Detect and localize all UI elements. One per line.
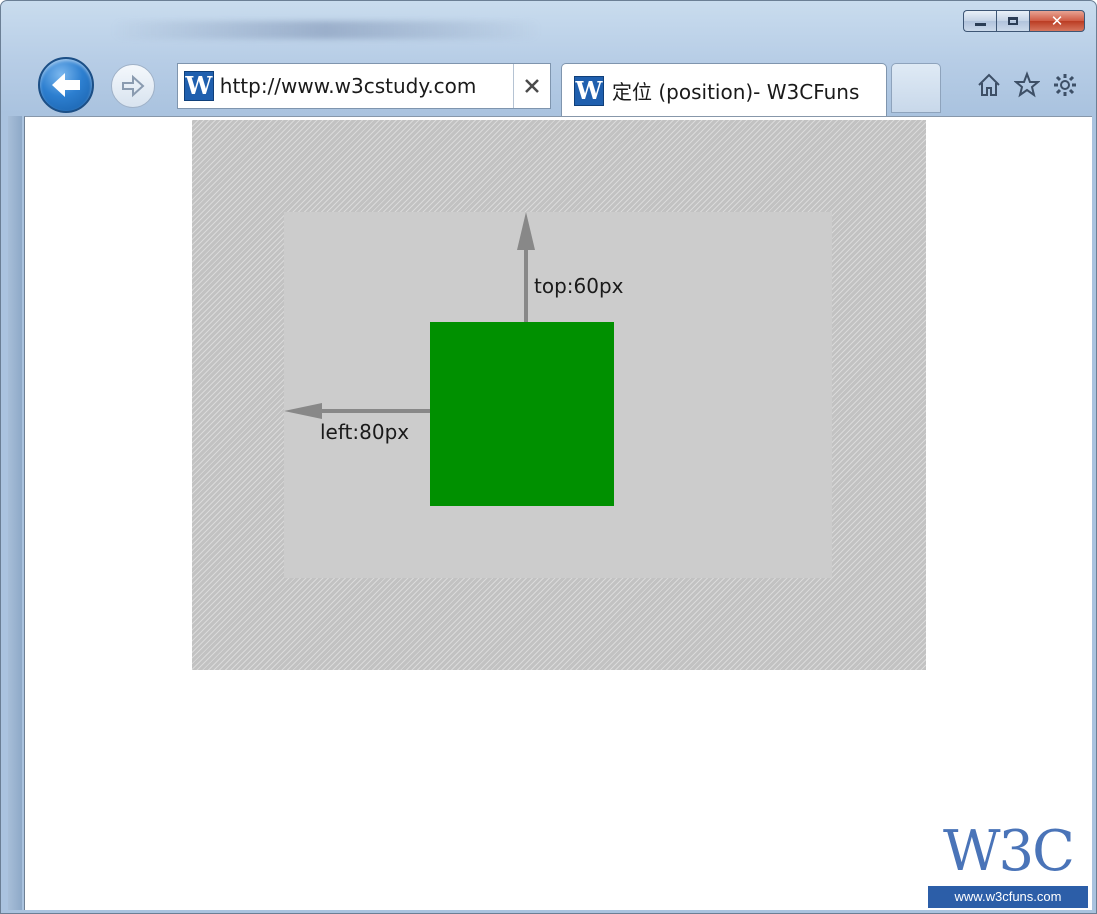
forward-button[interactable] [111, 64, 155, 108]
w3c-watermark: W3C www.w3cfuns.com [928, 818, 1088, 908]
maximize-button[interactable] [996, 10, 1029, 32]
outer-container: top:60px left:80px [192, 120, 926, 670]
left-arrow-head [284, 403, 322, 419]
minimize-icon [974, 22, 986, 26]
top-offset-label: top:60px [534, 274, 624, 298]
maximize-icon [1008, 17, 1018, 25]
tab-favicon-icon: W [574, 75, 604, 106]
close-icon [525, 79, 540, 93]
close-icon: ✕ [1050, 12, 1064, 30]
window-left-edge [8, 116, 22, 910]
toolbar-icons [976, 71, 1078, 99]
gear-icon[interactable] [1052, 71, 1078, 99]
stop-button[interactable] [513, 64, 550, 108]
positioned-box [430, 322, 614, 506]
page-content: top:60px left:80px W3C www.w3cfuns.com [24, 116, 1092, 910]
close-button[interactable]: ✕ [1029, 10, 1085, 32]
new-tab-button[interactable] [891, 63, 941, 113]
caption-buttons: ✕ [963, 10, 1085, 32]
home-icon[interactable] [976, 71, 1002, 99]
forward-arrow-icon [122, 74, 145, 98]
title-bar [111, 21, 541, 39]
relative-container: top:60px left:80px [284, 212, 832, 578]
back-arrow-icon [38, 57, 94, 113]
minimize-button[interactable] [963, 10, 996, 32]
address-bar[interactable]: W http://www.w3cstudy.com [177, 63, 551, 109]
left-offset-label: left:80px [320, 420, 410, 444]
tab-title: 定位 (position)- W3CFuns [612, 80, 860, 104]
back-button[interactable] [38, 57, 104, 113]
w3c-logo: W3C [942, 819, 1075, 884]
site-favicon-icon: W [184, 71, 214, 101]
top-arrow-head [517, 212, 535, 250]
watermark-url: www.w3cfuns.com [928, 886, 1088, 908]
tab-active[interactable]: W 定位 (position)- W3CFuns [561, 63, 887, 117]
star-icon[interactable] [1014, 71, 1040, 99]
address-text[interactable]: http://www.w3cstudy.com [220, 74, 514, 98]
